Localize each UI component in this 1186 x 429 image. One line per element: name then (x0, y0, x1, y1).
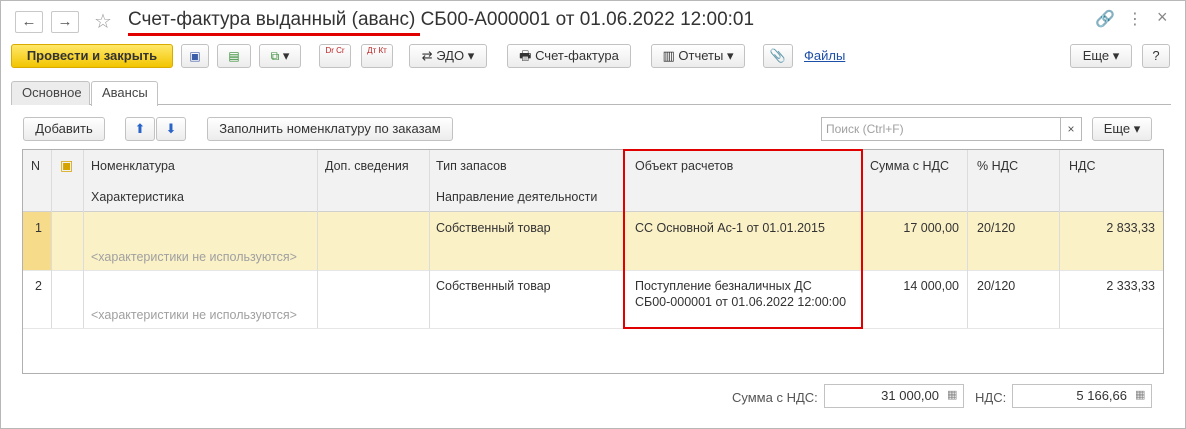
link-icon[interactable]: 🔗 (1095, 9, 1115, 29)
col-header-sum-vat[interactable]: Сумма с НДС (870, 159, 949, 173)
col-header-direction[interactable]: Направление деятельности (436, 190, 597, 204)
table-more-button[interactable]: Еще ▾ (1092, 117, 1152, 141)
edo-label: ЭДО (436, 48, 465, 63)
more-button[interactable]: Еще ▾ (1070, 44, 1132, 68)
calculator-icon[interactable]: ▦ (1135, 388, 1145, 401)
col-header-n[interactable]: N (31, 159, 40, 173)
dt-kt-icon: Дт Кт (367, 46, 387, 55)
paperclip-icon: 📎 (769, 48, 787, 63)
settlement-cell-line2[interactable]: СБ00-000001 от 01.06.2022 12:00:00 (635, 295, 846, 309)
edo-icon: ⇄ (421, 48, 433, 63)
forward-button[interactable]: → (51, 11, 79, 33)
page-title: Счет-фактура выданный (аванс) СБ00-А0000… (128, 9, 755, 30)
row-separator (23, 270, 1163, 271)
chevron-down-icon: ▾ (726, 48, 734, 63)
col-header-characteristic[interactable]: Характеристика (91, 190, 184, 204)
settlement-cell[interactable]: Поступление безналичных ДС (635, 279, 812, 293)
attach-button[interactable]: 📎 (763, 44, 793, 68)
dt-kt-button[interactable]: Дт Кт (361, 44, 393, 68)
row-number: 1 (35, 221, 42, 235)
sum-vat-cell[interactable]: 14 000,00 (861, 279, 959, 293)
column-divider (429, 150, 430, 328)
invoice-print-label: Счет-фактура (535, 48, 619, 63)
column-divider (83, 150, 84, 328)
tab-main[interactable]: Основное (11, 81, 90, 105)
total-vat-label: НДС: (975, 390, 1007, 405)
chevron-down-icon: ▾ (467, 48, 475, 63)
table-more-label: Еще (1103, 121, 1131, 136)
invoice-print-button[interactable]: 🖶 Счет-фактура (507, 44, 631, 68)
stock-type-cell[interactable]: Собственный товар (436, 279, 551, 293)
tab-advances[interactable]: Авансы (91, 81, 158, 106)
edo-button[interactable]: ⇄ ЭДО ▾ (409, 44, 487, 68)
post-document-icon: ▤ (228, 49, 240, 63)
favorite-star-icon[interactable]: ☆ (94, 9, 112, 34)
back-button[interactable]: ← (15, 11, 43, 33)
col-header-settlement[interactable]: Объект расчетов (635, 159, 733, 173)
create-based-on-button[interactable]: ⧉ ▾ (259, 44, 301, 68)
column-divider (967, 150, 968, 328)
sum-vat-cell[interactable]: 17 000,00 (861, 221, 959, 235)
calculator-icon[interactable]: ▦ (947, 388, 957, 401)
row-number: 2 (35, 279, 42, 293)
reports-icon: ▥ (662, 48, 675, 63)
create-based-icon: ⧉ (270, 49, 280, 63)
title-bar: ← → ☆ Счет-фактура выданный (аванс) СБ00… (1, 1, 1186, 41)
more-label: Еще (1082, 48, 1110, 63)
settlement-cell[interactable]: СС Основной Ас-1 от 01.01.2015 (635, 221, 825, 235)
stock-type-cell[interactable]: Собственный товар (436, 221, 551, 235)
post-button[interactable]: ▤ (217, 44, 251, 68)
arrow-up-icon: ⬆ (134, 121, 146, 136)
dr-cr-icon: Dr Cr (325, 46, 345, 55)
column-divider (861, 150, 862, 328)
col-header-stock-type[interactable]: Тип запасов (436, 159, 507, 173)
printer-icon: 🖶 (519, 48, 532, 63)
search-input[interactable]: Поиск (Ctrl+F) (821, 117, 1061, 141)
column-divider (623, 150, 624, 328)
close-icon[interactable]: × (1157, 7, 1168, 28)
col-header-nomenclature[interactable]: Номенклатура (91, 159, 175, 173)
characteristic-cell[interactable]: <характеристики не используются> (91, 250, 297, 264)
column-divider (1059, 150, 1060, 328)
save-icon: ▣ (189, 49, 201, 63)
post-and-close-button[interactable]: Провести и закрыть (11, 44, 173, 68)
col-header-vat[interactable]: НДС (1069, 159, 1096, 173)
arrow-down-icon: ⬇ (165, 121, 177, 136)
chevron-down-icon: ▾ (1133, 121, 1141, 136)
column-divider (51, 150, 52, 328)
col-header-vat-rate[interactable]: % НДС (977, 159, 1018, 173)
reports-label: Отчеты (678, 48, 724, 63)
help-button[interactable]: ? (1142, 44, 1170, 68)
vat-rate-cell[interactable]: 20/120 (977, 221, 1015, 235)
col-header-extra[interactable]: Доп. сведения (325, 159, 409, 173)
vat-cell[interactable]: 2 833,33 (1059, 221, 1155, 235)
dr-cr-button[interactable]: Dr Cr (319, 44, 351, 68)
arrow-left-icon: ← (21, 13, 37, 30)
total-vat-field[interactable]: 5 166,66 (1012, 384, 1152, 408)
chevron-down-icon: ▾ (282, 48, 290, 63)
tab-strip-line (11, 104, 1171, 105)
total-sum-label: Сумма с НДС: (732, 390, 818, 405)
chevron-down-icon: ▾ (1112, 48, 1120, 63)
document-window: ← → ☆ Счет-фактура выданный (аванс) СБ00… (0, 0, 1186, 429)
picture-icon: ▣ (60, 157, 74, 173)
arrow-right-icon: → (57, 13, 73, 30)
vat-cell[interactable]: 2 333,33 (1059, 279, 1155, 293)
total-sum-field[interactable]: 31 000,00 (824, 384, 964, 408)
title-annotation-underline (128, 33, 420, 36)
more-options-icon[interactable]: ⋮ (1127, 9, 1143, 29)
row-separator (23, 328, 1163, 329)
characteristic-cell[interactable]: <характеристики не используются> (91, 308, 297, 322)
advances-table[interactable]: N ▣ Номенклатура Характеристика Доп. све… (22, 149, 1164, 374)
fill-by-orders-button[interactable]: Заполнить номенклатуру по заказам (207, 117, 453, 141)
save-button[interactable]: ▣ (181, 44, 209, 68)
move-down-button[interactable]: ⬇ (156, 117, 186, 141)
reports-button[interactable]: ▥ Отчеты ▾ (651, 44, 745, 68)
move-up-button[interactable]: ⬆ (125, 117, 155, 141)
clear-search-button[interactable]: × (1060, 117, 1082, 141)
column-divider (317, 150, 318, 328)
add-row-button[interactable]: Добавить (23, 117, 105, 141)
files-link[interactable]: Файлы (804, 48, 845, 63)
vat-rate-cell[interactable]: 20/120 (977, 279, 1015, 293)
